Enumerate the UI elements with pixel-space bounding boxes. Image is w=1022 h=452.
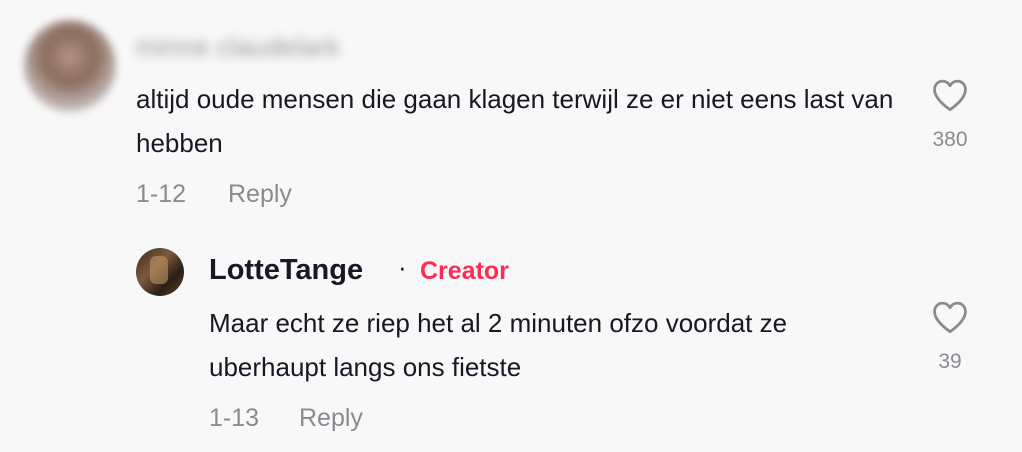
reply-date: 1-13 — [209, 404, 260, 432]
commenter-avatar[interactable] — [24, 20, 116, 112]
commenter-username[interactable]: minne claudelark — [136, 32, 340, 63]
separator-dot: · — [398, 252, 407, 282]
like-count: 380 — [932, 128, 968, 151]
comment-date: 1-12 — [136, 180, 187, 208]
heart-outline-icon[interactable] — [931, 300, 969, 334]
creator-avatar[interactable] — [136, 248, 184, 296]
comment-text: altijd oude mensen die gaan klagen terwi… — [136, 84, 894, 158]
heart-outline-icon[interactable] — [931, 78, 969, 112]
like-count: 39 — [938, 350, 962, 373]
reply-button[interactable]: Reply — [299, 404, 363, 433]
creator-username[interactable]: LotteTange — [209, 254, 363, 287]
creator-badge: Creator — [420, 257, 509, 285]
reply-text: Maar echt ze riep het al 2 minuten ofzo … — [209, 308, 788, 382]
reply-button[interactable]: Reply — [228, 180, 292, 209]
